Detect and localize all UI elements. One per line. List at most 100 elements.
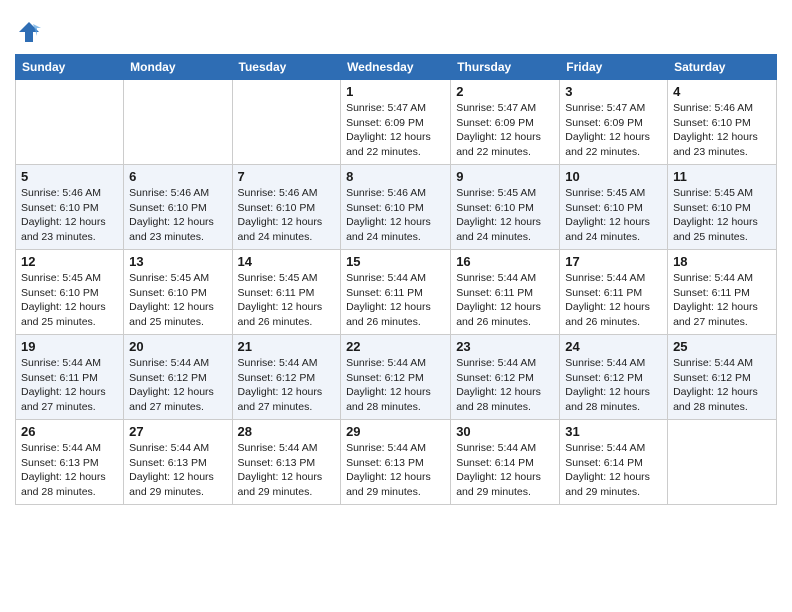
calendar-cell: 2Sunrise: 5:47 AMSunset: 6:09 PMDaylight… bbox=[451, 80, 560, 165]
day-number: 4 bbox=[673, 84, 771, 99]
day-number: 30 bbox=[456, 424, 554, 439]
day-info: Sunrise: 5:44 AMSunset: 6:12 PMDaylight:… bbox=[456, 356, 554, 415]
page-header bbox=[15, 10, 777, 46]
day-info: Sunrise: 5:44 AMSunset: 6:11 PMDaylight:… bbox=[565, 271, 662, 330]
day-number: 21 bbox=[238, 339, 336, 354]
day-number: 7 bbox=[238, 169, 336, 184]
logo bbox=[15, 18, 45, 46]
calendar-cell: 4 Sunrise: 5:46 AMSunset: 6:10 PMDaylight… bbox=[668, 80, 777, 165]
day-number: 14 bbox=[238, 254, 336, 269]
calendar-cell: 22 Sunrise: 5:44 AMSunset: 6:12 PMDayligh… bbox=[341, 335, 451, 420]
logo-icon bbox=[15, 18, 43, 46]
calendar-cell: 1 Sunrise: 5:47 AMSunset: 6:09 PMDaylight… bbox=[341, 80, 451, 165]
calendar-cell: 6 Sunrise: 5:46 AMSunset: 6:10 PMDaylight… bbox=[124, 165, 232, 250]
day-number: 10 bbox=[565, 169, 662, 184]
day-info: Sunrise: 5:44 AMSunset: 6:11 PMDaylight:… bbox=[346, 271, 445, 330]
day-number: 29 bbox=[346, 424, 445, 439]
calendar-cell: 3 Sunrise: 5:47 AMSunset: 6:09 PMDaylight… bbox=[560, 80, 668, 165]
calendar-cell: 28 Sunrise: 5:44 AMSunset: 6:13 PMDayligh… bbox=[232, 420, 341, 505]
day-info: Sunrise: 5:45 AMSunset: 6:10 PMDaylight:… bbox=[21, 271, 118, 330]
day-number: 16 bbox=[456, 254, 554, 269]
day-info: Sunrise: 5:44 AMSunset: 6:13 PMDaylight:… bbox=[238, 441, 336, 500]
day-info: Sunrise: 5:46 AMSunset: 6:10 PMDaylight:… bbox=[129, 186, 226, 245]
calendar-cell: 5 Sunrise: 5:46 AMSunset: 6:10 PMDaylight… bbox=[16, 165, 124, 250]
calendar-week-row: 19 Sunrise: 5:44 AMSunset: 6:11 PMDayligh… bbox=[16, 335, 777, 420]
day-info: Sunrise: 5:45 AMSunset: 6:10 PMDaylight:… bbox=[129, 271, 226, 330]
calendar-cell bbox=[124, 80, 232, 165]
day-info: Sunrise: 5:46 AMSunset: 6:10 PMDaylight:… bbox=[21, 186, 118, 245]
day-info: Sunrise: 5:44 AMSunset: 6:12 PMDaylight:… bbox=[565, 356, 662, 415]
day-number: 8 bbox=[346, 169, 445, 184]
calendar-cell: 8Sunrise: 5:46 AMSunset: 6:10 PMDaylight… bbox=[341, 165, 451, 250]
calendar-cell: 7 Sunrise: 5:46 AMSunset: 6:10 PMDaylight… bbox=[232, 165, 341, 250]
calendar-cell: 14 Sunrise: 5:45 AMSunset: 6:11 PMDayligh… bbox=[232, 250, 341, 335]
calendar-week-row: 1 Sunrise: 5:47 AMSunset: 6:09 PMDaylight… bbox=[16, 80, 777, 165]
calendar-cell: 23 Sunrise: 5:44 AMSunset: 6:12 PMDayligh… bbox=[451, 335, 560, 420]
day-number: 18 bbox=[673, 254, 771, 269]
day-info: Sunrise: 5:47 AMSunset: 6:09 PMDaylight:… bbox=[346, 101, 445, 160]
day-number: 19 bbox=[21, 339, 118, 354]
calendar-week-row: 26 Sunrise: 5:44 AMSunset: 6:13 PMDayligh… bbox=[16, 420, 777, 505]
day-info: Sunrise: 5:45 AMSunset: 6:11 PMDaylight:… bbox=[238, 271, 336, 330]
day-info: Sunrise: 5:44 AMSunset: 6:14 PMDaylight:… bbox=[565, 441, 662, 500]
calendar-cell bbox=[668, 420, 777, 505]
day-info: Sunrise: 5:44 AMSunset: 6:12 PMDaylight:… bbox=[346, 356, 445, 415]
day-number: 17 bbox=[565, 254, 662, 269]
day-number: 6 bbox=[129, 169, 226, 184]
day-info: Sunrise: 5:44 AMSunset: 6:13 PMDaylight:… bbox=[21, 441, 118, 500]
calendar-cell bbox=[16, 80, 124, 165]
day-number: 12 bbox=[21, 254, 118, 269]
day-number: 20 bbox=[129, 339, 226, 354]
day-info: Sunrise: 5:44 AMSunset: 6:12 PMDaylight:… bbox=[673, 356, 771, 415]
day-info: Sunrise: 5:45 AMSunset: 6:10 PMDaylight:… bbox=[456, 186, 554, 245]
calendar-week-row: 12 Sunrise: 5:45 AMSunset: 6:10 PMDayligh… bbox=[16, 250, 777, 335]
day-number: 24 bbox=[565, 339, 662, 354]
day-info: Sunrise: 5:44 AMSunset: 6:13 PMDaylight:… bbox=[129, 441, 226, 500]
calendar-cell: 11Sunrise: 5:45 AMSunset: 6:10 PMDayligh… bbox=[668, 165, 777, 250]
weekday-header: Friday bbox=[560, 55, 668, 80]
day-info: Sunrise: 5:46 AMSunset: 6:10 PMDaylight:… bbox=[673, 101, 771, 160]
calendar-cell: 31 Sunrise: 5:44 AMSunset: 6:14 PMDayligh… bbox=[560, 420, 668, 505]
day-number: 3 bbox=[565, 84, 662, 99]
calendar-cell: 21 Sunrise: 5:44 AMSunset: 6:12 PMDayligh… bbox=[232, 335, 341, 420]
day-number: 9 bbox=[456, 169, 554, 184]
weekday-header: Tuesday bbox=[232, 55, 341, 80]
day-number: 11 bbox=[673, 169, 771, 184]
weekday-header: Monday bbox=[124, 55, 232, 80]
calendar-cell: 20 Sunrise: 5:44 AMSunset: 6:12 PMDayligh… bbox=[124, 335, 232, 420]
day-info: Sunrise: 5:47 AMSunset: 6:09 PMDaylight:… bbox=[565, 101, 662, 160]
calendar-header-row: SundayMondayTuesdayWednesdayThursdayFrid… bbox=[16, 55, 777, 80]
calendar-cell: 18 Sunrise: 5:44 AMSunset: 6:11 PMDayligh… bbox=[668, 250, 777, 335]
day-number: 22 bbox=[346, 339, 445, 354]
weekday-header: Thursday bbox=[451, 55, 560, 80]
day-info: Sunrise: 5:44 AMSunset: 6:12 PMDaylight:… bbox=[129, 356, 226, 415]
calendar-cell: 30 Sunrise: 5:44 AMSunset: 6:14 PMDayligh… bbox=[451, 420, 560, 505]
calendar-cell: 19 Sunrise: 5:44 AMSunset: 6:11 PMDayligh… bbox=[16, 335, 124, 420]
day-info: Sunrise: 5:44 AMSunset: 6:11 PMDaylight:… bbox=[456, 271, 554, 330]
calendar-cell: 15 Sunrise: 5:44 AMSunset: 6:11 PMDayligh… bbox=[341, 250, 451, 335]
day-number: 31 bbox=[565, 424, 662, 439]
day-number: 5 bbox=[21, 169, 118, 184]
day-number: 23 bbox=[456, 339, 554, 354]
day-number: 26 bbox=[21, 424, 118, 439]
day-info: Sunrise: 5:44 AMSunset: 6:14 PMDaylight:… bbox=[456, 441, 554, 500]
day-info: Sunrise: 5:46 AMSunset: 6:10 PMDaylight:… bbox=[238, 186, 336, 245]
day-number: 13 bbox=[129, 254, 226, 269]
weekday-header: Sunday bbox=[16, 55, 124, 80]
calendar-cell: 25 Sunrise: 5:44 AMSunset: 6:12 PMDayligh… bbox=[668, 335, 777, 420]
calendar-week-row: 5 Sunrise: 5:46 AMSunset: 6:10 PMDaylight… bbox=[16, 165, 777, 250]
weekday-header: Saturday bbox=[668, 55, 777, 80]
calendar-cell: 12 Sunrise: 5:45 AMSunset: 6:10 PMDayligh… bbox=[16, 250, 124, 335]
day-number: 25 bbox=[673, 339, 771, 354]
calendar-cell: 10Sunrise: 5:45 AMSunset: 6:10 PMDayligh… bbox=[560, 165, 668, 250]
day-info: Sunrise: 5:44 AMSunset: 6:13 PMDaylight:… bbox=[346, 441, 445, 500]
calendar-cell: 24 Sunrise: 5:44 AMSunset: 6:12 PMDayligh… bbox=[560, 335, 668, 420]
day-number: 15 bbox=[346, 254, 445, 269]
calendar-cell: 26 Sunrise: 5:44 AMSunset: 6:13 PMDayligh… bbox=[16, 420, 124, 505]
day-number: 28 bbox=[238, 424, 336, 439]
day-info: Sunrise: 5:44 AMSunset: 6:12 PMDaylight:… bbox=[238, 356, 336, 415]
day-info: Sunrise: 5:44 AMSunset: 6:11 PMDaylight:… bbox=[21, 356, 118, 415]
calendar-cell bbox=[232, 80, 341, 165]
day-info: Sunrise: 5:44 AMSunset: 6:11 PMDaylight:… bbox=[673, 271, 771, 330]
day-number: 1 bbox=[346, 84, 445, 99]
